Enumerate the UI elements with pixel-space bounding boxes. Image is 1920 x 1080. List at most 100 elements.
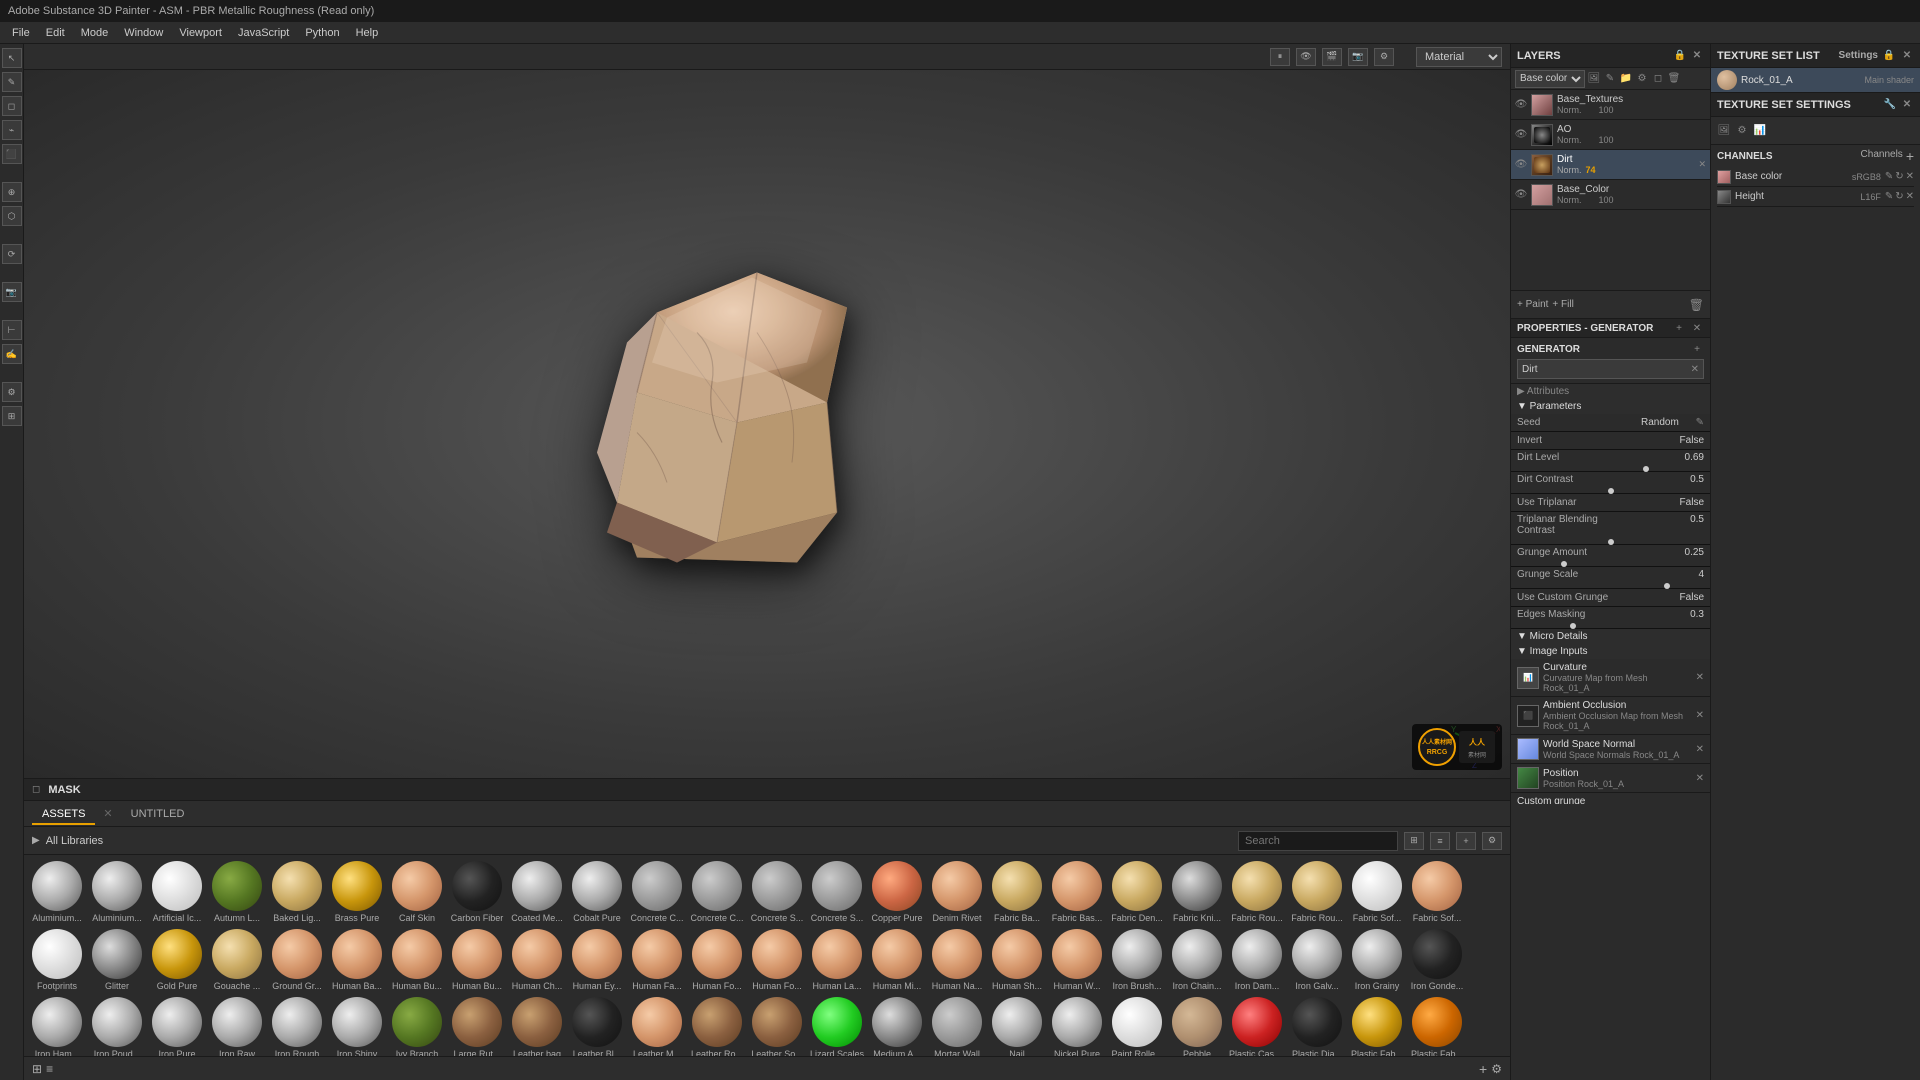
material-item[interactable]: Plastic Dia... [1288,995,1346,1056]
channel-edit-height[interactable]: ✎ [1885,191,1893,202]
menu-viewport[interactable]: Viewport [171,22,230,44]
add-material-btn[interactable]: + [1479,1061,1487,1077]
material-item[interactable]: Fabric Rou... [1288,859,1346,925]
layers-add-icon[interactable]: 🖼 [1587,72,1601,86]
material-item[interactable]: Iron Shiny [328,995,386,1056]
material-item[interactable]: Carbon Fiber [448,859,506,925]
tss-icon-1[interactable]: 🖼 [1717,124,1731,138]
material-item[interactable]: Human La... [808,927,866,993]
generator-close[interactable]: ✕ [1691,364,1699,375]
material-item[interactable]: Concrete C... [688,859,746,925]
menu-window[interactable]: Window [116,22,171,44]
material-item[interactable]: Cobalt Pure [568,859,626,925]
layers-group-icon[interactable]: 📁 [1619,72,1633,86]
tool-annotate[interactable]: ✍ [2,344,22,364]
material-item[interactable]: Concrete S... [748,859,806,925]
library-expand[interactable]: ▶ [32,835,40,846]
material-item[interactable]: Nickel Pure [1048,995,1106,1056]
material-item[interactable]: Plastic Cash... [1228,995,1286,1056]
material-item[interactable]: Human Ba... [328,927,386,993]
tss-icon-3[interactable]: 📊 [1753,124,1767,138]
layer-dirt[interactable]: 👁 Dirt Norm. 74 ✕ [1511,150,1710,180]
material-item[interactable]: Human W... [1048,927,1106,993]
texture-set-item[interactable]: Rock_01_A Main shader [1711,68,1920,93]
material-item[interactable]: Fabric Sof... [1408,859,1466,925]
material-item[interactable]: Paint Rolle... [1108,995,1166,1056]
material-item[interactable]: Human Fo... [688,927,746,993]
vp-btn-view[interactable]: 👁 [1296,48,1316,66]
layer-collapse-icon[interactable]: ✕ [1698,159,1706,170]
material-item[interactable]: Human Mi... [868,927,926,993]
tool-settings[interactable]: ⚙ [2,382,22,402]
tool-stamp[interactable]: ⬡ [2,206,22,226]
material-item[interactable]: Aluminium... [28,859,86,925]
material-item[interactable]: Human Sh... [988,927,1046,993]
eye-icon[interactable]: 👁 [1515,189,1527,201]
layers-paint-icon[interactable]: ✎ [1603,72,1617,86]
tool-erase[interactable]: ◻ [2,96,22,116]
material-item[interactable]: Aluminium... [88,859,146,925]
vp-btn-cam[interactable]: 📷 [1348,48,1368,66]
settings-btn[interactable]: ⚙ [1491,1062,1502,1076]
tool-camera[interactable]: 📷 [2,282,22,302]
material-item[interactable]: Human Ch... [508,927,566,993]
attributes-section[interactable]: ▶ Attributes [1511,384,1710,399]
parameters-section[interactable]: ▼ Parameters [1511,399,1710,414]
material-item[interactable]: Leather So... [748,995,806,1056]
eye-icon[interactable]: 👁 [1515,99,1527,111]
material-item[interactable]: Human Fa... [628,927,686,993]
material-item[interactable]: Medium A... [868,995,926,1056]
tss-icon-2[interactable]: ⚙ [1735,124,1749,138]
assets-add-btn[interactable]: + [1456,832,1476,850]
add-fill-layer[interactable]: + Fill [1552,299,1573,310]
material-item[interactable]: Leather Bl... [568,995,626,1056]
tool-smudge[interactable]: ⌁ [2,120,22,140]
material-item[interactable]: Baked Lig... [268,859,326,925]
material-item[interactable]: Human Na... [928,927,986,993]
tss-expand[interactable]: 🔧 [1883,98,1897,112]
material-item[interactable]: Human Ey... [568,927,626,993]
material-item[interactable]: Fabric Den... [1108,859,1166,925]
view-mode-dropdown[interactable]: Material Base Color Roughness Metallic [1416,47,1502,67]
blend-mode-select[interactable]: Base color [1515,70,1585,88]
vp-btn-render[interactable]: 🎬 [1322,48,1342,66]
material-item[interactable]: Plastic Fab... [1348,995,1406,1056]
layers-close-icon[interactable]: ✕ [1690,49,1704,63]
menu-javascript[interactable]: JavaScript [230,22,297,44]
material-item[interactable]: Plastic Fab... [1408,995,1466,1056]
material-item[interactable]: Fabric Rou... [1228,859,1286,925]
material-item[interactable]: Autumn L... [208,859,266,925]
layer-ao[interactable]: 👁 AO Norm. 100 [1511,120,1710,150]
eye-icon[interactable]: 👁 [1515,159,1527,171]
generator-add[interactable]: + [1690,342,1704,356]
img-curvature-close[interactable]: ✕ [1696,672,1704,683]
library-label[interactable]: All Libraries [46,835,103,847]
tool-3d-transform[interactable]: ⟳ [2,244,22,264]
properties-close[interactable]: ✕ [1690,321,1704,335]
layers-filter-icon[interactable]: ⚙ [1635,72,1649,86]
img-position-close[interactable]: ✕ [1696,773,1704,784]
material-item[interactable]: Iron Grainy [1348,927,1406,993]
material-item[interactable]: Calf Skin [388,859,446,925]
tool-uv[interactable]: ⊞ [2,406,22,426]
material-item[interactable]: Glitter [88,927,146,993]
channel-remove-height[interactable]: ✕ [1906,191,1914,202]
material-item[interactable]: Leather Ro... [688,995,746,1056]
img-ao-close[interactable]: ✕ [1696,710,1704,721]
img-wsn-close[interactable]: ✕ [1696,744,1704,755]
channel-edit-base[interactable]: ✎ [1885,171,1893,182]
material-item[interactable]: Fabric Kni... [1168,859,1226,925]
layer-delete[interactable]: 🗑 [1689,298,1704,312]
material-item[interactable]: Gold Pure [148,927,206,993]
material-item[interactable]: Iron Poud... [88,995,146,1056]
assets-filter-btn[interactable]: ≡ [1430,832,1450,850]
micro-details-section[interactable]: ▼ Micro Details [1511,629,1710,644]
tsl-close[interactable]: ✕ [1900,49,1914,63]
material-item[interactable]: Iron Ham... [28,995,86,1056]
search-input[interactable] [1238,831,1398,851]
tab-assets[interactable]: ASSETS [32,803,95,825]
menu-mode[interactable]: Mode [73,22,117,44]
material-item[interactable]: Fabric Sof... [1348,859,1406,925]
material-item[interactable]: Copper Pure [868,859,926,925]
material-item[interactable]: Iron Pure [148,995,206,1056]
